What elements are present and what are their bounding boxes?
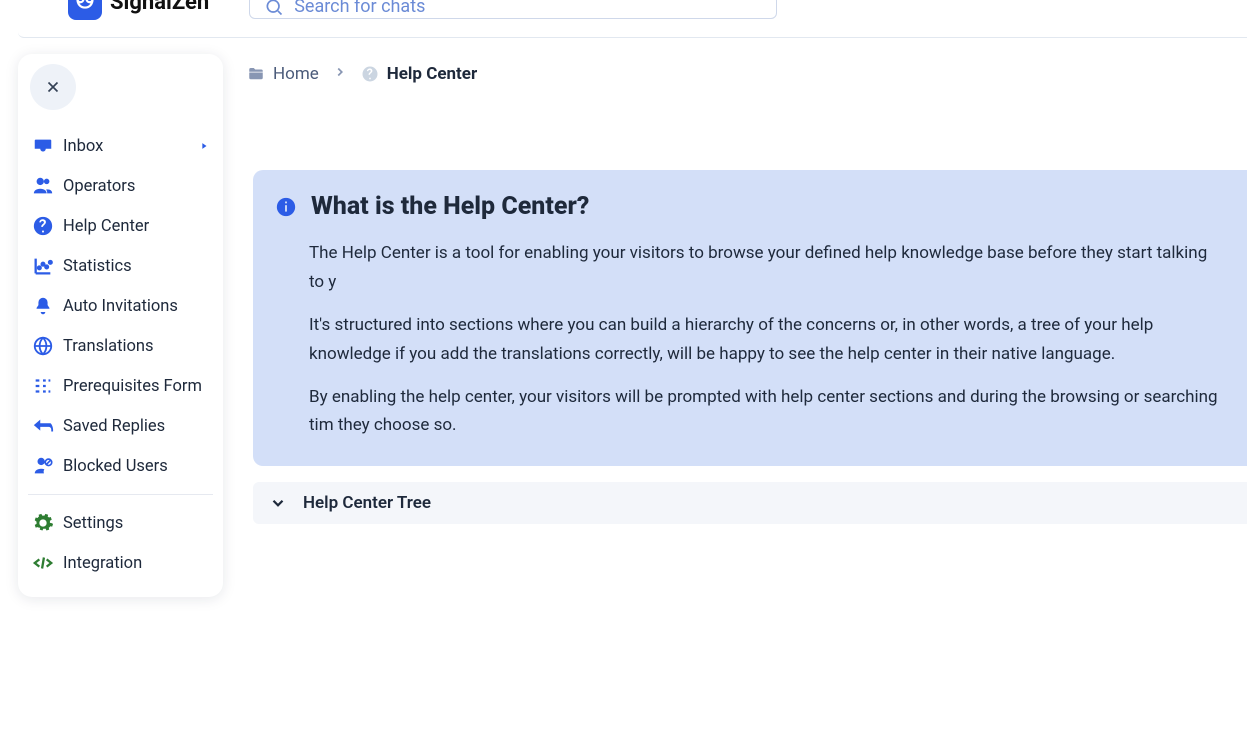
sidebar: Inbox Operators Help Center Statistics	[18, 54, 223, 597]
sidebar-item-label: Saved Replies	[63, 417, 165, 436]
breadcrumb-current-label: Help Center	[387, 64, 477, 84]
info-icon	[275, 196, 297, 218]
info-paragraph: The Help Center is a tool for enabling y…	[309, 239, 1225, 297]
chevron-right-icon	[199, 137, 209, 156]
info-paragraph: It's structured into sections where you …	[309, 311, 1225, 369]
help-center-tree-toggle[interactable]: Help Center Tree	[253, 482, 1247, 524]
app-header: SignalZen	[18, 0, 1247, 38]
sidebar-item-settings[interactable]: Settings	[28, 503, 213, 543]
breadcrumb: Home Help Center	[247, 64, 1247, 84]
help-icon	[361, 65, 379, 83]
sidebar-item-saved-replies[interactable]: Saved Replies	[28, 406, 213, 446]
sidebar-separator	[28, 494, 213, 495]
sidebar-item-label: Blocked Users	[63, 457, 168, 476]
sidebar-item-label: Integration	[63, 554, 142, 573]
app-logo[interactable]: SignalZen	[68, 0, 209, 20]
operators-icon	[32, 175, 54, 197]
blocked-icon	[32, 455, 54, 477]
gear-icon	[32, 512, 54, 534]
sidebar-item-label: Statistics	[63, 257, 132, 276]
sidebar-item-operators[interactable]: Operators	[28, 166, 213, 206]
info-paragraph: By enabling the help center, your visito…	[309, 383, 1225, 441]
sidebar-item-label: Operators	[63, 177, 135, 196]
sidebar-item-prerequisites-form[interactable]: Prerequisites Form	[28, 366, 213, 406]
sidebar-item-help-center[interactable]: Help Center	[28, 206, 213, 246]
sidebar-item-label: Translations	[63, 337, 154, 356]
sidebar-item-statistics[interactable]: Statistics	[28, 246, 213, 286]
logo-mark-icon	[68, 0, 102, 20]
breadcrumb-home[interactable]: Home	[247, 64, 319, 84]
sidebar-item-label: Settings	[63, 514, 123, 533]
chevron-down-icon	[269, 494, 287, 512]
sidebar-item-inbox[interactable]: Inbox	[28, 126, 213, 166]
breadcrumb-current: Help Center	[361, 64, 477, 84]
close-icon	[44, 78, 62, 96]
sidebar-item-label: Auto Invitations	[63, 297, 178, 316]
main-content: Home Help Center What is the Help Center…	[247, 60, 1247, 524]
info-panel: What is the Help Center? The Help Center…	[253, 170, 1247, 466]
sidebar-item-integration[interactable]: Integration	[28, 543, 213, 583]
inbox-icon	[32, 135, 54, 157]
search-input[interactable]	[294, 0, 762, 17]
bell-icon	[32, 295, 54, 317]
sidebar-item-auto-invitations[interactable]: Auto Invitations	[28, 286, 213, 326]
sidebar-item-label: Help Center	[63, 217, 149, 236]
sidebar-close-button[interactable]	[30, 64, 76, 110]
search-input-wrap[interactable]	[249, 0, 777, 19]
form-icon	[32, 375, 54, 397]
search-icon	[264, 0, 284, 17]
sidebar-item-translations[interactable]: Translations	[28, 326, 213, 366]
statistics-icon	[32, 255, 54, 277]
reply-icon	[32, 415, 54, 437]
sidebar-item-label: Inbox	[63, 137, 103, 156]
sidebar-item-label: Prerequisites Form	[63, 377, 202, 396]
globe-icon	[32, 335, 54, 357]
folder-icon	[247, 65, 265, 83]
info-title: What is the Help Center?	[311, 192, 589, 221]
logo-text: SignalZen	[110, 0, 209, 15]
help-icon	[32, 215, 54, 237]
chevron-right-icon	[333, 64, 347, 84]
breadcrumb-home-label: Home	[273, 64, 319, 84]
tree-title: Help Center Tree	[303, 493, 431, 513]
sidebar-item-blocked-users[interactable]: Blocked Users	[28, 446, 213, 486]
code-icon	[32, 552, 54, 574]
